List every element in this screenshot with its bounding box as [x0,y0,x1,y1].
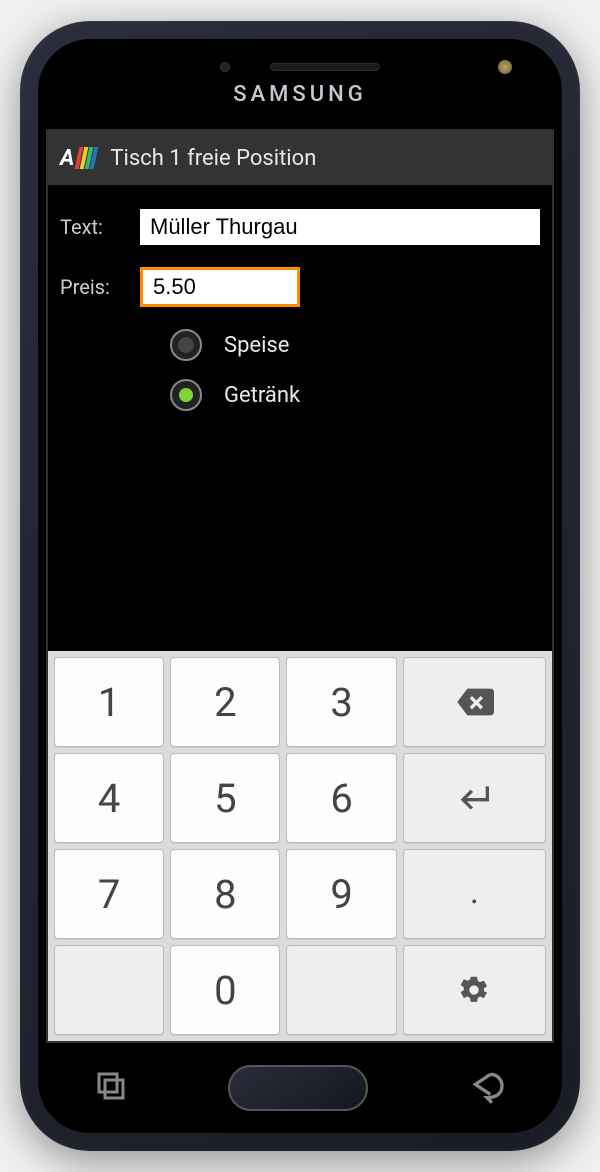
key-7[interactable]: 7 [54,849,164,939]
bottom-bezel [38,1043,562,1133]
speaker-icon [270,63,380,71]
gear-icon [458,974,490,1006]
numeric-keyboard: 1 2 3 4 5 6 7 8 9 . 0 [48,651,552,1041]
key-backspace[interactable] [403,657,546,747]
key-6[interactable]: 6 [286,753,396,843]
key-settings[interactable] [403,945,546,1035]
key-8[interactable]: 8 [170,849,280,939]
key-2[interactable]: 2 [170,657,280,747]
price-row: Preis: [60,267,540,307]
key-5[interactable]: 5 [170,753,280,843]
text-input[interactable] [140,209,540,245]
phone-inner: SAMSUNG A Tisch 1 freie Position Text: [38,39,562,1133]
app-title: Tisch 1 freie Position [110,146,316,171]
key-dot[interactable]: . [403,849,546,939]
screen: A Tisch 1 freie Position Text: Preis: [46,129,554,1043]
brand-label: SAMSUNG [233,82,366,107]
key-9[interactable]: 9 [286,849,396,939]
app-bar: A Tisch 1 freie Position [48,131,552,185]
recent-apps-button[interactable] [93,1068,129,1108]
back-button[interactable] [467,1066,507,1110]
key-1[interactable]: 1 [54,657,164,747]
radio-speise[interactable] [170,329,202,361]
radio-getraenk[interactable] [170,379,202,411]
radio-speise-label: Speise [224,333,289,358]
enter-icon [454,778,494,818]
key-3[interactable]: 3 [286,657,396,747]
backspace-icon [454,682,494,722]
radio-speise-row[interactable]: Speise [170,329,540,361]
radio-getraenk-row[interactable]: Getränk [170,379,540,411]
key-blank-right[interactable] [286,945,396,1035]
phone-frame: SAMSUNG A Tisch 1 freie Position Text: [20,21,580,1151]
text-label: Text: [60,215,130,239]
price-label: Preis: [60,275,130,299]
top-bezel: SAMSUNG [38,39,562,129]
radio-getraenk-label: Getränk [224,383,300,408]
key-0[interactable]: 0 [170,945,280,1035]
sensor-icon [220,62,230,72]
key-blank-left[interactable] [54,945,164,1035]
app-logo-icon: A [60,146,96,171]
home-button[interactable] [228,1065,368,1111]
text-row: Text: [60,209,540,245]
key-enter[interactable] [403,753,546,843]
price-input[interactable] [140,267,300,307]
form-content: Text: Preis: Speise Getr [48,185,552,651]
key-4[interactable]: 4 [54,753,164,843]
category-radio-group: Speise Getränk [170,329,540,411]
flash-icon [498,60,512,74]
